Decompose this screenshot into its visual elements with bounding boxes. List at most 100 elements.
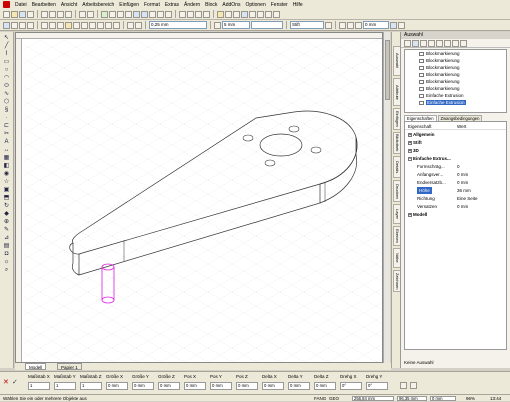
refresh-icon[interactable] [460,40,467,47]
group-pen[interactable]: + Stift [405,139,506,146]
wireframe-icon[interactable] [233,10,240,18]
selection-tree[interactable]: Blockmarkierung Blockmarkierung Blockmar… [404,49,507,113]
size-x-field[interactable]: 0 mm [106,382,128,390]
arc-tool-icon[interactable]: ◠ [2,75,11,82]
delta-z-field[interactable]: 0 mm [314,382,336,390]
pos-y-field[interactable]: 0 mm [210,382,232,390]
symbol-icon[interactable] [105,21,112,29]
fill-icon[interactable] [27,21,34,29]
group-model[interactable]: + Modell [405,211,506,218]
dimension-tool-icon[interactable]: ↔ [2,147,11,154]
scale-y-field[interactable]: 1 [54,382,76,390]
cut-icon[interactable] [41,10,48,18]
brush-icon[interactable] [65,21,72,29]
ortho-icon[interactable] [117,10,124,18]
menu-insert[interactable]: Einfügen [119,2,139,8]
undo-icon[interactable] [79,10,86,18]
tab-model[interactable]: Modell [25,363,47,370]
ellipse-tool-icon[interactable]: ⬭ [2,83,11,90]
pen-width-combo[interactable]: 0,25 mm [149,21,207,29]
hatch-icon[interactable] [73,21,80,29]
dimension-icon[interactable] [135,21,142,29]
menu-workspace[interactable]: Arbeitsbereich [82,2,114,8]
pos-z-field[interactable]: 0 mm [236,382,258,390]
cancel-icon[interactable]: ✕ [3,378,9,386]
symbol-tool-icon[interactable]: ☆ [2,179,11,186]
arrow-size-combo[interactable]: 5 mm [222,21,250,29]
hide-icon[interactable] [428,40,435,47]
polygon-tool-icon[interactable]: ⬡ [2,99,11,106]
block-tool-icon[interactable]: ▣ [2,187,11,194]
show-icon[interactable] [420,40,427,47]
snap-point-icon[interactable] [339,21,346,29]
prop-end-offset[interactable]: Endversatzb... 0 mm [405,179,506,186]
lock-icon[interactable] [436,40,443,47]
boolean-tool-icon[interactable]: ⊕ [2,219,11,226]
layer-manager-icon[interactable] [325,21,332,29]
menu-edit[interactable]: Bearbeiten [32,2,56,8]
menu-file[interactable]: Datei [15,2,27,8]
solid-tool-icon[interactable]: ◆ [2,211,11,218]
tree-item[interactable]: Blockmarkierung [419,51,460,57]
menu-addons[interactable]: AddOns [222,2,240,8]
eraser-tool-icon[interactable]: ✎ [2,227,11,234]
scrollbar-thumb[interactable] [385,40,390,100]
group-3d[interactable]: +3D [405,147,506,154]
property-grid[interactable]: Eigenschaft Wert + Allgemein + Stift +3D −… [404,121,507,350]
text-style-icon[interactable] [179,10,186,18]
print-icon[interactable] [27,10,34,18]
scale-x-field[interactable]: 1 [28,382,50,390]
zoom-in-icon[interactable] [133,10,140,18]
menu-help[interactable]: Hilfe [293,2,303,8]
zoom-tool-icon[interactable]: ⌕ [2,267,11,274]
view-3d-icon[interactable] [241,10,248,18]
help-icon[interactable] [273,10,280,18]
copy-icon[interactable] [49,10,56,18]
tree-item-selected[interactable]: Einfache Extrusion [419,100,466,106]
menu-modify[interactable]: Ändern [184,2,200,8]
color-tool-icon[interactable]: ◉ [2,171,11,178]
drawing-canvas[interactable] [15,32,383,363]
pan-icon[interactable] [165,10,172,18]
pen-color-icon[interactable] [3,21,10,29]
group-extrusion[interactable]: − Einfache Extrus... [405,155,506,162]
zoom-out-icon[interactable] [141,10,148,18]
underline-icon[interactable] [203,10,210,18]
snap-mid-icon[interactable] [355,21,362,29]
layer-icon[interactable] [125,10,132,18]
prop-offset[interactable]: Versatzen 0 mm [405,203,506,210]
lock-aspect-icon[interactable] [410,382,417,389]
property-icon[interactable] [127,21,134,29]
rectangle-tool-icon[interactable]: ▭ [2,59,11,66]
zoom-window-icon[interactable] [149,10,156,18]
group-icon[interactable] [444,40,451,47]
text-tool-icon[interactable]: A [2,139,11,146]
grid-icon[interactable] [101,10,108,18]
light-tool-icon[interactable]: ☼ [2,259,11,266]
tree-item[interactable]: Blockmarkierung [419,79,460,85]
pen-style-icon[interactable] [11,21,18,29]
zoom-all-icon[interactable] [157,10,164,18]
prop-direction[interactable]: Richtung Eine Seite [405,195,506,202]
menu-format[interactable]: Format [144,2,160,8]
rotate-x-field[interactable]: 0° [340,382,362,390]
vertical-scrollbar[interactable] [383,32,390,363]
z-offset-combo[interactable]: 0 mm [363,21,389,29]
view-side-icon[interactable] [265,10,272,18]
workplane-icon[interactable] [390,21,397,29]
tree-item[interactable]: Einfache Extrusion [419,93,464,99]
polyline-tool-icon[interactable]: ⌇ [2,51,11,58]
scale-z-field[interactable]: 1 [80,382,102,390]
size-z-field[interactable]: 0 mm [158,382,180,390]
rotate-y-field[interactable]: 0° [366,382,388,390]
line-style-icon[interactable] [19,21,26,29]
pos-x-field[interactable]: 0 mm [184,382,206,390]
apply-icon[interactable] [400,382,407,389]
menu-tools[interactable]: Extras [165,2,179,8]
expand-icon[interactable] [452,40,459,47]
select-all-icon[interactable] [412,40,419,47]
save-icon[interactable] [19,10,26,18]
pattern-icon[interactable] [57,21,64,29]
menu-block[interactable]: Block [205,2,217,8]
revolve-tool-icon[interactable]: ↻ [2,203,11,210]
